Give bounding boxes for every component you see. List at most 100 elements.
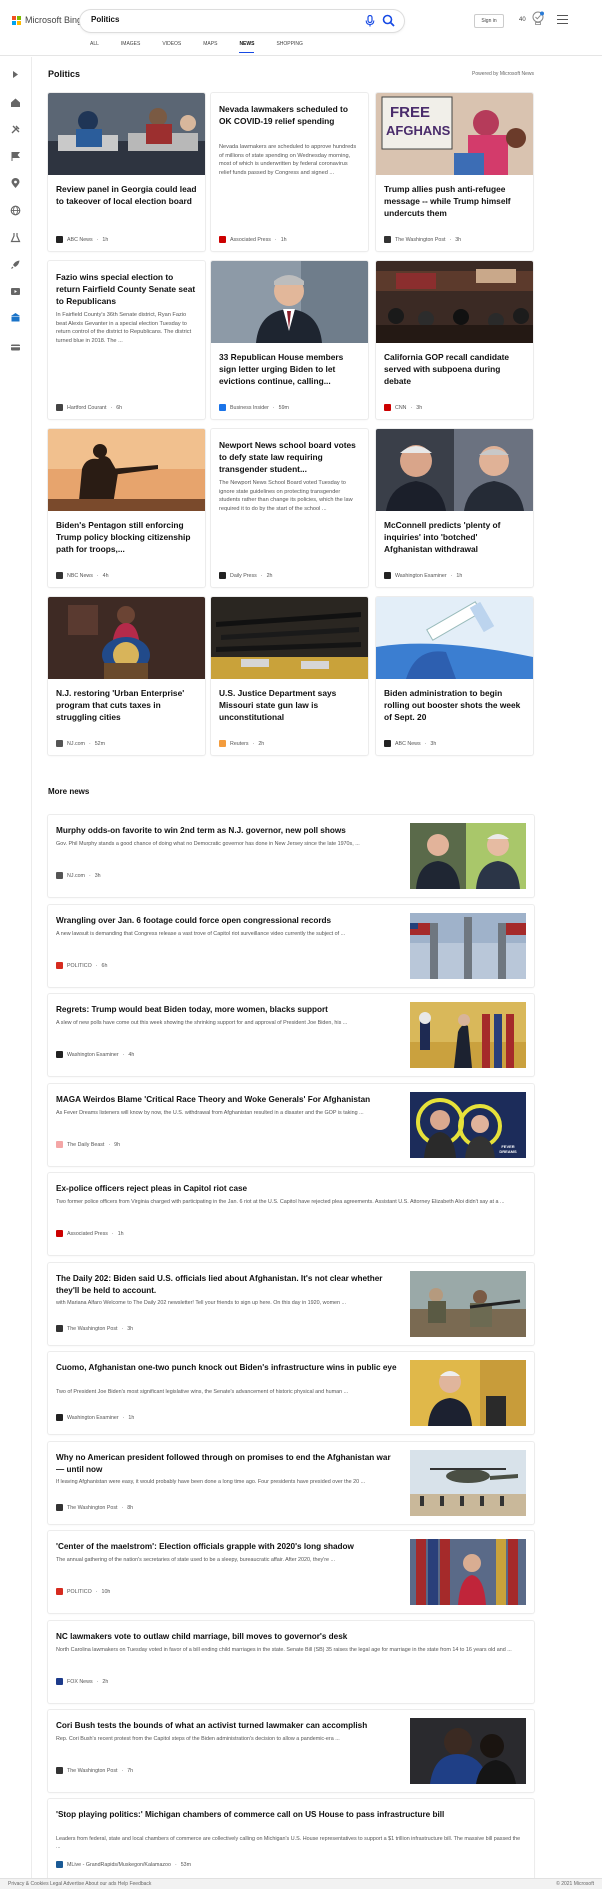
election-workers-photo-image[interactable]	[48, 93, 205, 175]
news-list-item[interactable]: 'Stop playing politics:' Michigan chambe…	[48, 1799, 534, 1881]
free-afghans-protest-photo[interactable]: FREE AFGHANS	[376, 93, 533, 175]
news-card[interactable]: McConnell predicts 'plenty of inquiries'…	[376, 429, 533, 587]
card-headline[interactable]: U.S. Justice Department says Missouri st…	[219, 687, 360, 723]
helicopter-troops-photo-image[interactable]	[410, 1450, 526, 1516]
president-walking-photo[interactable]	[410, 1002, 526, 1068]
source-name[interactable]: Business Insider	[230, 405, 269, 411]
news-list-item[interactable]: NC lawmakers vote to outlaw child marria…	[48, 1621, 534, 1703]
news-source[interactable]: Associated Press · 1h	[56, 1230, 124, 1237]
microphone-icon[interactable]	[365, 15, 375, 27]
news-list-item[interactable]: Why no American president followed throu…	[48, 1442, 534, 1524]
news-headline[interactable]: 'Stop playing politics:' Michigan chambe…	[56, 1809, 526, 1821]
news-list-item[interactable]: Cuomo, Afghanistan one-two punch knock o…	[48, 1352, 534, 1434]
news-list-item[interactable]: The Daily 202: Biden said U.S. officials…	[48, 1263, 534, 1345]
card-headline[interactable]: Newport News school board votes to defy …	[219, 439, 360, 475]
two-candidates-photo-image[interactable]	[410, 823, 526, 889]
card-headline[interactable]: Trump allies push anti-refugee message -…	[384, 183, 525, 219]
debate-audience-photo[interactable]	[376, 261, 533, 343]
source-name[interactable]: Washington Examiner	[395, 573, 447, 579]
news-source[interactable]: The Washington Post · 7h	[56, 1767, 133, 1774]
news-source[interactable]: The Washington Post · 3h	[56, 1325, 133, 1332]
news-source[interactable]: Washington Examiner · 1h	[56, 1414, 134, 1421]
biden-mcconnell-photo-image[interactable]	[376, 429, 533, 511]
card-headline[interactable]: Biden administration to begin rolling ou…	[384, 687, 525, 723]
card-source[interactable]: NJ.com · 52m	[56, 740, 105, 747]
news-list-item[interactable]: Wrangling over Jan. 6 footage could forc…	[48, 905, 534, 987]
news-headline[interactable]: NC lawmakers vote to outlaw child marria…	[56, 1631, 526, 1643]
news-headline[interactable]: The Daily 202: Biden said U.S. officials…	[56, 1273, 398, 1296]
news-card[interactable]: Review panel in Georgia could lead to ta…	[48, 93, 205, 251]
capitol-flags-photo[interactable]	[410, 913, 526, 979]
president-walking-photo-image[interactable]	[410, 1002, 526, 1068]
officials-flags-photo-image[interactable]	[410, 1539, 526, 1605]
news-headline[interactable]: Cuomo, Afghanistan one-two punch knock o…	[56, 1362, 398, 1374]
card-source[interactable]: NBC News · 4h	[56, 572, 109, 579]
news-source[interactable]: FOX News · 2h	[56, 1678, 108, 1685]
officials-flags-photo[interactable]	[410, 1539, 526, 1605]
search-input[interactable]: Politics	[91, 15, 119, 24]
location-icon[interactable]	[10, 178, 21, 189]
news-card[interactable]: Newport News school board votes to defy …	[211, 429, 368, 587]
search-icon[interactable]	[382, 14, 395, 27]
source-name[interactable]: NBC News	[67, 573, 93, 579]
news-headline[interactable]: Wrangling over Jan. 6 footage could forc…	[56, 915, 398, 927]
source-name[interactable]: Washington Examiner	[67, 1415, 119, 1421]
card-source[interactable]: Reuters · 2h	[219, 740, 264, 747]
congressman-portrait-photo-image[interactable]	[211, 261, 368, 343]
news-card[interactable]: Fazio wins special election to return Fa…	[48, 261, 205, 419]
biden-speaking-photo[interactable]	[410, 1360, 526, 1426]
source-name[interactable]: ABC News	[67, 237, 93, 243]
two-candidates-photo[interactable]	[410, 823, 526, 889]
source-name[interactable]: Associated Press	[230, 237, 271, 243]
congressman-portrait-photo[interactable]	[211, 261, 368, 343]
news-headline[interactable]: Cori Bush tests the bounds of what an ac…	[56, 1720, 398, 1732]
source-name[interactable]: The Washington Post	[395, 237, 445, 243]
rocket-icon[interactable]	[10, 259, 21, 270]
card-source[interactable]: Daily Press · 2h	[219, 572, 272, 579]
tab-shopping[interactable]: SHOPPING	[276, 41, 302, 47]
source-name[interactable]: Reuters	[230, 741, 249, 747]
news-headline[interactable]: 'Center of the maelstrom': Election offi…	[56, 1541, 398, 1553]
card-headline[interactable]: McConnell predicts 'plenty of inquiries'…	[384, 519, 525, 555]
source-name[interactable]: POLITICO	[67, 963, 92, 969]
powered-by-text[interactable]: Powered by Microsoft News	[472, 71, 534, 77]
hug-photo-image[interactable]	[410, 1718, 526, 1784]
card-headline[interactable]: Biden's Pentagon still enforcing Trump p…	[56, 519, 197, 555]
news-card[interactable]: Biden's Pentagon still enforcing Trump p…	[48, 429, 205, 587]
expand-icon[interactable]	[10, 69, 21, 80]
news-list-item[interactable]: MAGA Weirdos Blame 'Critical Race Theory…	[48, 1084, 534, 1166]
card-headline[interactable]: N.J. restoring 'Urban Enterprise' progra…	[56, 687, 197, 723]
source-name[interactable]: The Daily Beast	[67, 1142, 104, 1148]
source-name[interactable]: MLive - GrandRapids/Muskegon/Kalamazoo	[67, 1862, 171, 1868]
news-headline[interactable]: MAGA Weirdos Blame 'Critical Race Theory…	[56, 1094, 398, 1106]
source-name[interactable]: Hartford Courant	[67, 405, 106, 411]
card-headline[interactable]: 33 Republican House members sign letter …	[219, 351, 360, 387]
menu-hamburger-icon[interactable]	[557, 15, 568, 24]
soldiers-field-photo[interactable]	[410, 1271, 526, 1337]
fever-dreams-graphic[interactable]: FEVER DREAMS	[410, 1092, 526, 1158]
rewards-points[interactable]: 40	[519, 17, 526, 23]
news-card[interactable]: Nevada lawmakers scheduled to OK COVID-1…	[211, 93, 368, 251]
card-headline[interactable]: California GOP recall candidate served w…	[384, 351, 525, 387]
source-name[interactable]: Washington Examiner	[67, 1052, 119, 1058]
news-card[interactable]: California GOP recall candidate served w…	[376, 261, 533, 419]
video-icon[interactable]	[10, 286, 21, 297]
biden-speaking-photo-image[interactable]	[410, 1360, 526, 1426]
source-name[interactable]: The Washington Post	[67, 1326, 117, 1332]
home-icon[interactable]	[10, 97, 21, 108]
soldier-silhouette-photo[interactable]	[48, 429, 205, 511]
news-source[interactable]: The Daily Beast · 9h	[56, 1141, 120, 1148]
card-source[interactable]: ABC News · 1h	[56, 236, 108, 243]
guns-display-photo[interactable]	[211, 597, 368, 679]
card-headline[interactable]: Review panel in Georgia could lead to ta…	[56, 183, 197, 207]
source-name[interactable]: NJ.com	[67, 873, 85, 879]
card-source[interactable]: Hartford Courant · 6h	[56, 404, 122, 411]
source-name[interactable]: The Washington Post	[67, 1768, 117, 1774]
card-headline[interactable]: Nevada lawmakers scheduled to OK COVID-1…	[219, 103, 360, 127]
news-source[interactable]: Washington Examiner · 4h	[56, 1051, 134, 1058]
search-box[interactable]: Politics	[80, 10, 404, 32]
news-card[interactable]: U.S. Justice Department says Missouri st…	[211, 597, 368, 755]
election-workers-photo[interactable]	[48, 93, 205, 175]
card-source[interactable]: ABC News · 3h	[384, 740, 436, 747]
card-source[interactable]: The Washington Post · 3h	[384, 236, 461, 243]
